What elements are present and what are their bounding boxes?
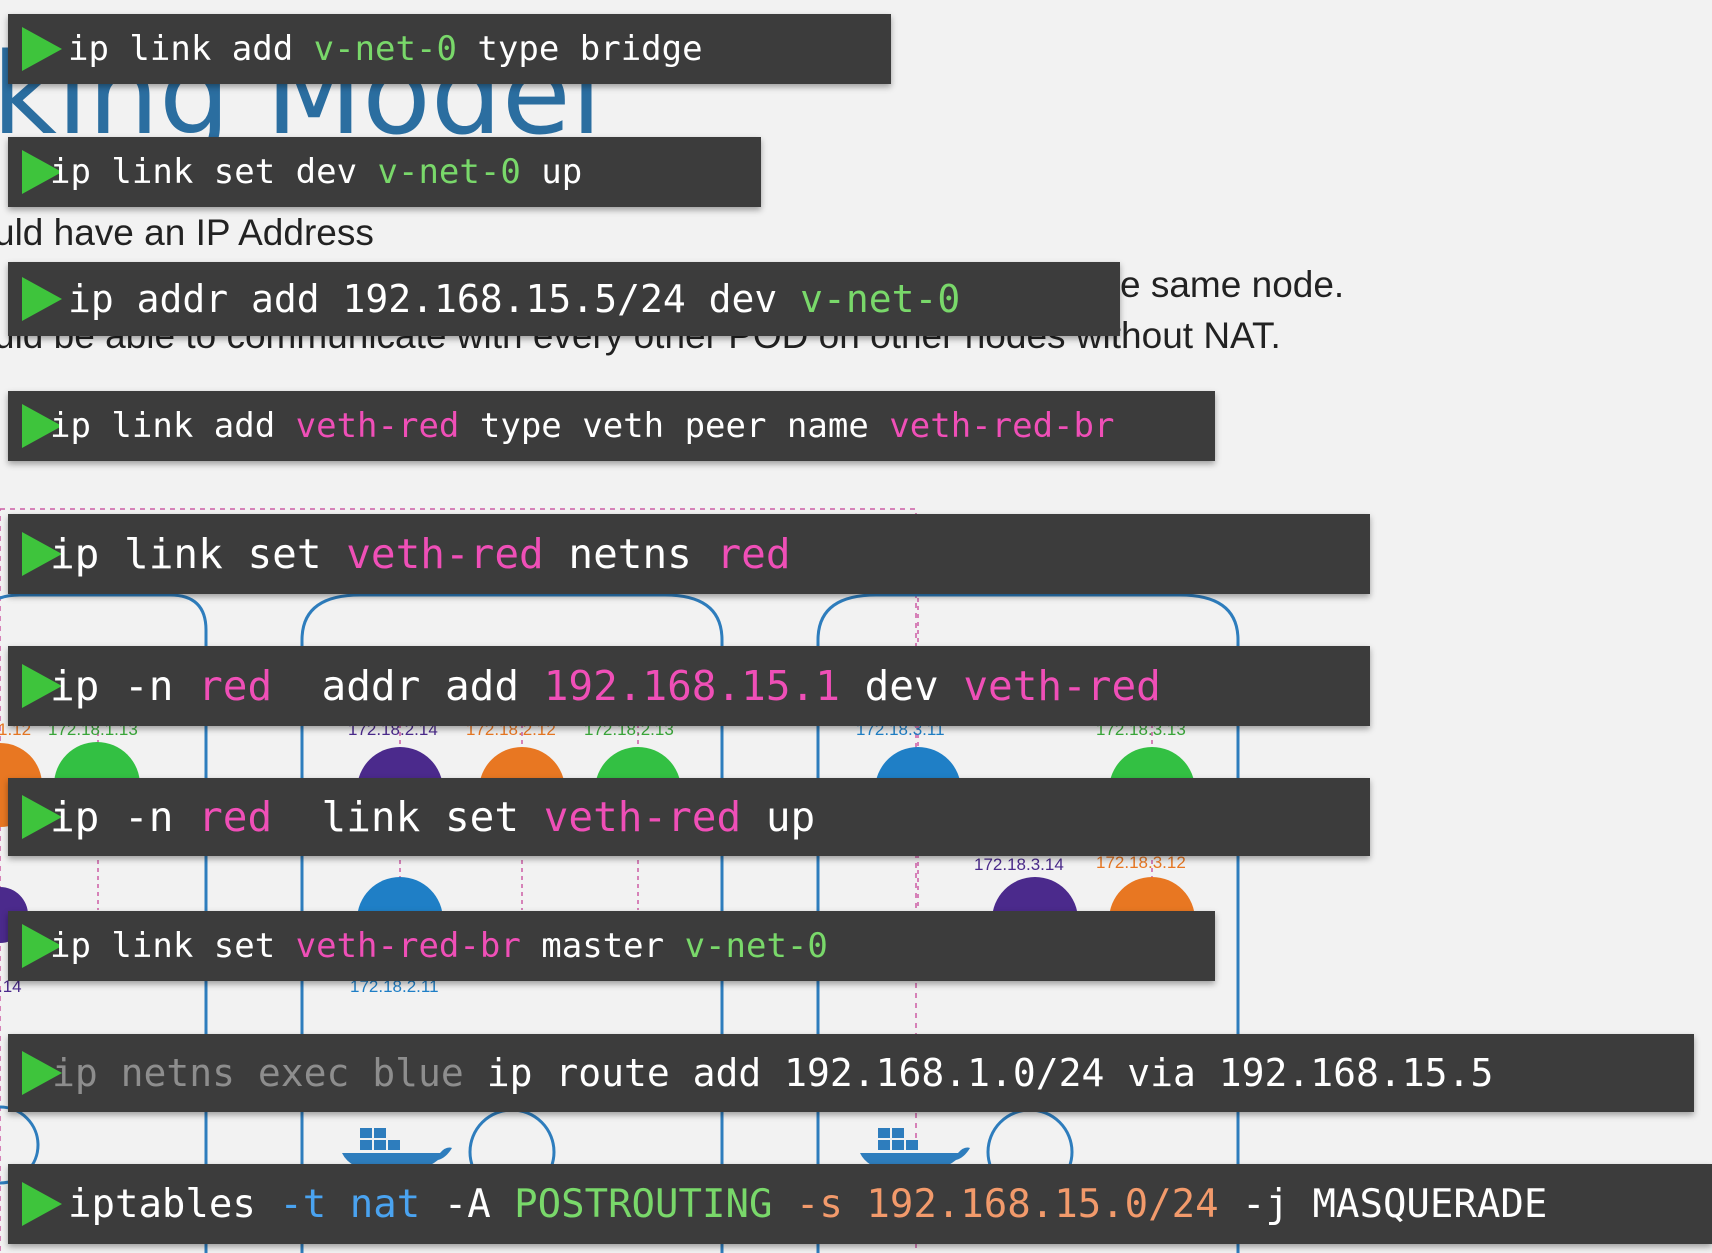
command-token: -s (795, 1181, 843, 1227)
command-token: up (520, 152, 583, 192)
command-token: veth-red-br (295, 926, 521, 966)
command-token: -j MASQUERADE (1218, 1181, 1548, 1227)
command-text: ip link add veth-red type veth peer name… (50, 406, 1114, 446)
command-token: ip link set (50, 530, 347, 578)
command-text: ip link set dev v-net-0 up (50, 152, 582, 192)
command-token: ip link set dev (50, 152, 378, 192)
command-text: iptables -t nat -A POSTROUTING -s 192.16… (68, 1182, 1547, 1227)
command-veth-addr: ip -n red addr add 192.168.15.1 dev veth… (8, 646, 1370, 726)
play-icon (22, 277, 62, 321)
command-token: type veth peer name (459, 406, 890, 446)
command-token: -t (279, 1181, 327, 1227)
command-token: veth-red (543, 793, 742, 841)
command-veth-up: ip -n red link set veth-red up (8, 778, 1370, 856)
command-token (326, 1182, 349, 1227)
command-bridge-up: ip link set dev v-net-0 up (8, 137, 761, 207)
command-veth-master: ip link set veth-red-br master v-net-0 (8, 911, 1215, 981)
command-bridge-add: ip link add v-net-0 type bridge (8, 14, 891, 84)
command-text: ip addr add 192.168.15.5/24 dev v-net-0 (68, 277, 960, 321)
command-token: ip link add (50, 406, 296, 446)
command-token: veth-red (963, 662, 1161, 710)
command-token: red (198, 793, 273, 841)
command-token: veth-red (295, 406, 460, 446)
command-token: 192.168.15.0/24 (866, 1181, 1219, 1227)
command-token: v-net-0 (313, 29, 457, 69)
command-token: ip link add (68, 29, 314, 69)
command-veth-add: ip link add veth-red type veth peer name… (8, 391, 1215, 461)
play-icon (22, 27, 62, 71)
command-token: ip route add 192.168.1.0/24 via 192.168.… (486, 1051, 1494, 1095)
ip-label: 172.18.3.14 (974, 855, 1064, 874)
command-token: ip netns exec blue (52, 1051, 487, 1095)
command-token: 192.168.15.1 (543, 662, 840, 710)
command-token: link set (272, 793, 544, 841)
command-token: ip -n (50, 662, 199, 710)
command-token: iptables (68, 1181, 280, 1227)
command-token: ip -n (50, 793, 199, 841)
command-iptables-nat: iptables -t nat -A POSTROUTING -s 192.16… (8, 1164, 1712, 1244)
command-token: netns (543, 530, 717, 578)
command-token: addr add (272, 662, 544, 710)
command-bridge-addr: ip addr add 192.168.15.5/24 dev v-net-0 (8, 262, 1120, 336)
command-text: ip netns exec blue ip route add 192.168.… (52, 1051, 1493, 1095)
command-token: type bridge (456, 29, 703, 69)
command-text: ip link set veth-red-br master v-net-0 (50, 926, 828, 966)
command-token: up (741, 793, 816, 841)
command-token: veth-red (346, 530, 544, 578)
command-token: dev (839, 662, 964, 710)
command-token (843, 1182, 866, 1227)
command-token: ip link set (50, 926, 296, 966)
command-token: nat (349, 1181, 421, 1227)
command-text: ip -n red addr add 192.168.15.1 dev veth… (50, 662, 1161, 710)
command-token: v-net-0 (800, 277, 961, 321)
command-route-add: ip netns exec blue ip route add 192.168.… (8, 1034, 1694, 1112)
command-token: ip addr add 192.168.15.5/24 dev (68, 277, 801, 321)
command-token: red (716, 530, 791, 578)
command-token: red (198, 662, 273, 710)
command-veth-netns: ip link set veth-red netns red (8, 514, 1370, 594)
cluster-boundary (0, 508, 917, 1253)
command-token (772, 1182, 795, 1227)
command-text: ip link add v-net-0 type bridge (68, 29, 703, 69)
command-text: ip link set veth-red netns red (50, 530, 791, 578)
play-icon (22, 1182, 62, 1226)
command-token: v-net-0 (377, 152, 521, 192)
command-token: -A (420, 1181, 515, 1227)
command-token: master (520, 926, 685, 966)
command-token: v-net-0 (684, 926, 828, 966)
command-token: veth-red-br (889, 406, 1115, 446)
command-token: POSTROUTING (514, 1181, 773, 1227)
command-text: ip -n red link set veth-red up (50, 793, 815, 841)
